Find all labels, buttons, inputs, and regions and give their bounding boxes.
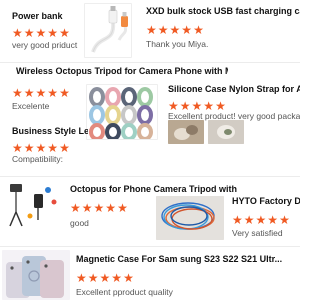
star-icon: ★ — [59, 86, 70, 100]
star-icon: ★ — [23, 86, 35, 100]
rating-stars: ★★★★★ — [12, 25, 71, 41]
star-icon: ★ — [12, 141, 23, 155]
review-comment: very good priduct — [12, 40, 78, 50]
star-icon: ★ — [23, 26, 35, 40]
product-image[interactable] — [4, 180, 64, 236]
star-icon: ★ — [111, 271, 123, 285]
product-title[interactable]: HYTO Factory Dire — [232, 196, 300, 206]
review-comment: Compatibility: — [12, 154, 64, 164]
star-icon: ★ — [35, 141, 47, 155]
star-icon: ★ — [47, 26, 59, 40]
star-icon: ★ — [232, 213, 243, 227]
product-image[interactable] — [2, 250, 70, 300]
rating-stars: ★★★★★ — [12, 85, 71, 101]
review-card[interactable]: Wireless Octopus Tripod for Camera Phone… — [0, 62, 300, 84]
rating-stars: ★★★★★ — [76, 270, 135, 286]
star-icon: ★ — [81, 201, 93, 215]
product-title[interactable]: Magnetic Case For Sam sung S23 S22 S21 U… — [76, 254, 300, 264]
rating-stars: ★★★★★ — [146, 22, 205, 38]
rating-stars: ★★★★★ — [70, 200, 129, 216]
star-icon: ★ — [267, 213, 279, 227]
review-card[interactable]: XXD bulk stock USB fast charging cable w… — [140, 0, 300, 60]
product-title[interactable]: XXD bulk stock USB fast charging cable w… — [146, 6, 300, 16]
star-icon: ★ — [181, 23, 193, 37]
star-icon: ★ — [255, 213, 267, 227]
star-icon: ★ — [117, 201, 128, 215]
review-card[interactable]: Magnetic Case For Sam sung S23 S22 S21 U… — [70, 248, 300, 300]
star-icon: ★ — [12, 26, 23, 40]
star-icon: ★ — [105, 201, 117, 215]
review-photo[interactable] — [168, 120, 204, 144]
star-icon: ★ — [35, 86, 47, 100]
divider — [0, 246, 300, 247]
star-icon: ★ — [146, 23, 157, 37]
star-icon: ★ — [47, 86, 59, 100]
star-icon: ★ — [35, 26, 47, 40]
product-image[interactable] — [156, 196, 224, 240]
divider — [0, 176, 300, 177]
product-image[interactable] — [86, 84, 158, 140]
product-title[interactable]: Wireless Octopus Tripod for Camera Phone… — [16, 66, 228, 76]
product-title[interactable]: Octopus for Phone Camera Tripod with Fil… — [70, 184, 240, 194]
star-icon: ★ — [87, 271, 99, 285]
star-icon: ★ — [123, 271, 134, 285]
star-icon: ★ — [279, 213, 290, 227]
star-icon: ★ — [59, 26, 70, 40]
star-icon: ★ — [59, 141, 70, 155]
rating-stars: ★★★★★ — [232, 212, 291, 228]
product-image[interactable] — [84, 3, 132, 58]
review-card[interactable]: HYTO Factory Dire ★★★★★ Very satisfied — [228, 190, 300, 244]
review-card[interactable]: Power bank ★★★★★ very good priduct — [0, 0, 80, 60]
product-title[interactable]: Silicone Case Nylon Strap for A — [168, 84, 300, 94]
review-comment: Excelente — [12, 101, 50, 111]
product-title[interactable]: Business Style Le — [12, 126, 88, 136]
review-comment: good — [70, 218, 89, 228]
review-card[interactable]: Business Style Le ★★★★★ Compatibility: — [0, 120, 90, 164]
product-title[interactable]: Power bank — [12, 11, 80, 21]
star-icon: ★ — [169, 23, 181, 37]
star-icon: ★ — [12, 86, 23, 100]
star-icon: ★ — [23, 141, 35, 155]
review-comment: Excellent pproduct quality — [76, 287, 173, 297]
review-card[interactable]: Silicone Case Nylon Strap for A ★★★★★ Ex… — [164, 84, 300, 121]
review-photo[interactable] — [208, 120, 244, 144]
star-icon: ★ — [157, 23, 169, 37]
review-comment: Thank you Miya. — [146, 39, 209, 49]
star-icon: ★ — [99, 271, 111, 285]
star-icon: ★ — [193, 23, 204, 37]
star-icon: ★ — [243, 213, 255, 227]
star-icon: ★ — [47, 141, 59, 155]
review-comment: Very satisfied — [232, 228, 283, 238]
star-icon: ★ — [93, 201, 105, 215]
star-icon: ★ — [70, 201, 81, 215]
star-icon: ★ — [76, 271, 87, 285]
